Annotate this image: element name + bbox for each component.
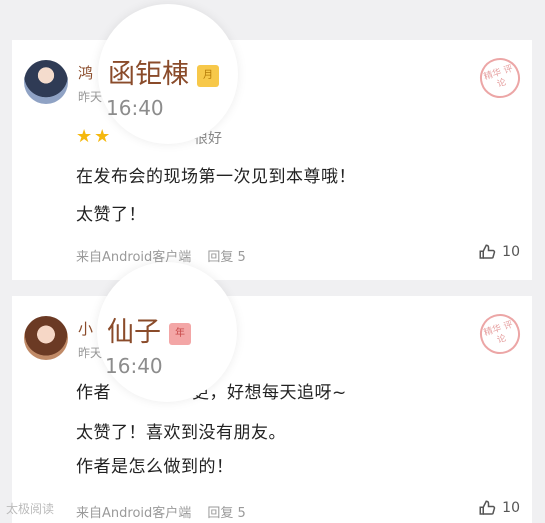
lens-time: 16:40 [106, 96, 164, 120]
thumbs-up-icon [479, 500, 496, 515]
like-button[interactable]: 10 [478, 243, 520, 261]
avatar[interactable] [24, 60, 68, 104]
star-icon: ★ [76, 126, 93, 147]
reply-button[interactable]: 回复 5 [207, 250, 245, 265]
like-button[interactable]: 10 [478, 499, 520, 517]
comment-line: 太赞了！喜欢到没有朋友。 [76, 423, 286, 443]
lens-time: 16:40 [105, 354, 163, 378]
user-name[interactable]: 小 [78, 318, 93, 339]
comment-line: 太赞了！ [76, 205, 146, 225]
comment-meta: 来自Android客户端 回复 5 [76, 502, 246, 521]
watermark: 太极阅读 [6, 502, 55, 516]
comment-card-1: 鸿 昨天 精华 评论 ★ ★ 很好 在发布会的现场第一次见到本尊哦！ 太赞了！ 来… [12, 40, 532, 280]
star-icon: ★ [94, 126, 111, 147]
rating-stars: ★ ★ [76, 126, 112, 147]
essence-stamp-icon: 精华 评论 [474, 308, 526, 360]
comment-card-2: 小 昨天 精华 评论 作者 天一更，好想每天追呀~ 太赞了！喜欢到没有朋友。 作者… [12, 296, 532, 523]
comment-line: 作者是怎么做到的！ [76, 457, 234, 477]
comment-line: 在发布会的现场第一次见到本尊哦！ [76, 167, 356, 187]
like-count: 10 [502, 244, 520, 260]
thumbs-up-icon [479, 244, 496, 259]
zoom-lens: 仙子年 16:40 [97, 262, 237, 402]
essence-stamp-icon: 精华 评论 [474, 52, 526, 104]
lens-username: 函钜棟月 [108, 52, 219, 91]
year-badge-icon: 年 [169, 322, 191, 345]
month-badge-icon: 月 [197, 64, 219, 87]
avatar[interactable] [24, 316, 68, 360]
source-label: 来自Android客户端 [76, 506, 192, 521]
zoom-lens: 函钜棟月 16:40 [98, 4, 238, 144]
like-count: 10 [502, 500, 520, 516]
comment-time: 昨天 [78, 90, 103, 104]
user-name[interactable]: 鸿 [78, 62, 93, 83]
lens-username: 仙子年 [107, 310, 191, 349]
reply-button[interactable]: 回复 5 [207, 506, 245, 521]
